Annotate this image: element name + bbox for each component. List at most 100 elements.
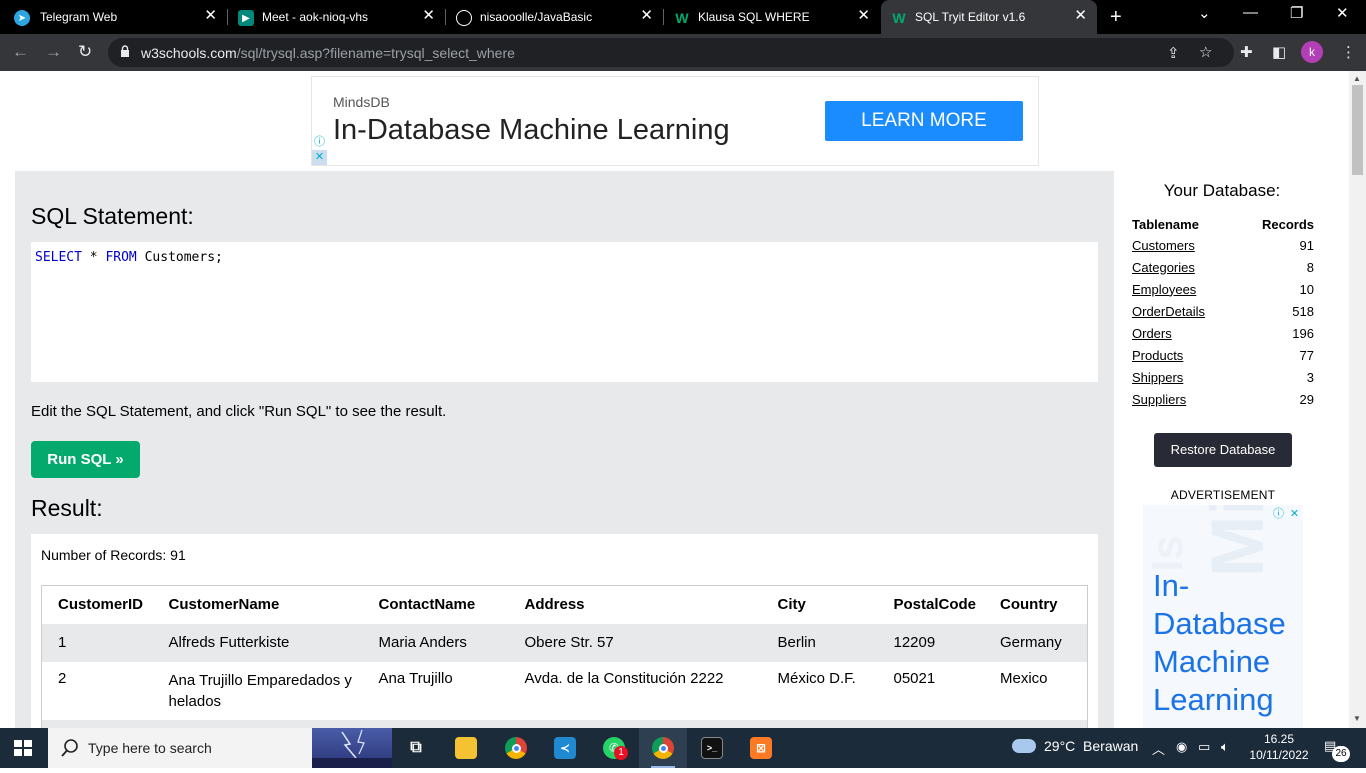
table-cell: Obere Str. 57	[524, 633, 614, 651]
column-header: City	[777, 596, 806, 614]
table-cell: Avda. de la Constitución 2222	[524, 669, 724, 687]
weather-widget[interactable]: 29°C Berawan	[1012, 738, 1138, 754]
table-row: Orders 196	[1132, 322, 1314, 344]
side-panel-icon[interactable]: ◧	[1272, 43, 1286, 61]
table-cell: 05021	[893, 669, 936, 687]
ad-info-icon[interactable]: ⓘ	[312, 135, 327, 150]
close-window-icon[interactable]: ✕	[1336, 4, 1349, 22]
tab-meet[interactable]: ▶ Meet - aok-nioq-vhs ✕	[228, 0, 445, 34]
chrome-profile-button[interactable]	[639, 728, 687, 768]
close-icon[interactable]: ✕	[640, 8, 653, 24]
volume-icon[interactable]: 🔈︎	[1221, 739, 1229, 755]
reload-icon[interactable]: ↻	[78, 42, 92, 62]
db-table-link[interactable]: Customers	[1132, 234, 1238, 256]
chrome-icon	[505, 737, 527, 759]
folder-icon	[455, 737, 477, 759]
address-bar[interactable]: w3schools.com/sql/trysql.asp?filename=tr…	[108, 38, 1234, 67]
db-table-link[interactable]: Products	[1132, 344, 1238, 366]
db-table-link[interactable]: Suppliers	[1132, 388, 1238, 410]
profile-avatar[interactable]: k	[1301, 41, 1323, 63]
network-icon[interactable]: ▭	[1198, 739, 1210, 755]
record-count-cell: 8	[1306, 259, 1314, 275]
back-icon[interactable]: ←	[12, 42, 29, 62]
table-row: Categories 8	[1132, 256, 1314, 278]
sql-code-editor[interactable]: SELECT * FROM Customers;	[31, 242, 1098, 382]
ad-cta-button[interactable]: LEARN MORE	[825, 101, 1023, 141]
db-table-link[interactable]: OrderDetails	[1132, 300, 1238, 322]
task-view-button[interactable]: ⧉	[392, 728, 440, 768]
share-icon[interactable]: ⇪	[1167, 44, 1180, 62]
tab-telegram[interactable]: ➤ Telegram Web ✕	[0, 0, 227, 34]
terminal-button[interactable]: >_	[688, 728, 736, 768]
run-sql-button[interactable]: Run SQL »	[31, 441, 140, 478]
notification-center[interactable]: ▤ 26	[1324, 738, 1350, 762]
scroll-down-icon[interactable]: ▼	[1353, 714, 1361, 723]
scroll-thumb[interactable]	[1352, 85, 1363, 175]
chrome-button[interactable]	[492, 728, 540, 768]
record-count-cell: 77	[1299, 347, 1314, 363]
page-scrollbar[interactable]: ▲ ▼	[1349, 71, 1366, 728]
table-row: Employees 10	[1132, 278, 1314, 300]
system-clock[interactable]: 16.25 10/11/2022	[1247, 731, 1311, 763]
tray-chevron-icon[interactable]: ︿	[1152, 739, 1165, 758]
bookmark-star-icon[interactable]: ☆	[1199, 43, 1212, 61]
windows-start-icon[interactable]	[14, 740, 32, 756]
clock-date: 10/11/2022	[1249, 748, 1309, 762]
xampp-button[interactable]: ⊠	[737, 728, 785, 768]
top-ad-banner[interactable]: MindsDB In-Database Machine Learning LEA…	[311, 76, 1039, 166]
tab-title: nisaooolle/JavaBasic	[480, 10, 593, 24]
db-table-link[interactable]: Employees	[1132, 278, 1238, 300]
meet-now-icon[interactable]: ◉	[1176, 739, 1187, 755]
tab-search-icon[interactable]: ⌄	[1198, 4, 1211, 22]
vscode-button[interactable]: ≺	[541, 728, 589, 768]
ad-info-icon[interactable]: ⓘ	[1271, 507, 1286, 522]
new-tab-icon[interactable]: +	[1110, 6, 1122, 29]
ad-headline: In-Database Machine Learning	[333, 114, 730, 146]
tab-klausa-sql[interactable]: W Klausa SQL WHERE ✕	[664, 0, 880, 34]
advertisement-label: ADVERTISEMENT	[1170, 488, 1276, 502]
whatsapp-button[interactable]: ✆ 1	[590, 728, 638, 768]
table-header-row: CustomerID CustomerName ContactName Addr…	[42, 586, 1088, 624]
column-header: CustomerName	[168, 596, 280, 614]
close-icon[interactable]: ✕	[422, 8, 435, 24]
browser-toolbar: ← → ↻ w3schools.com/sql/trysql.asp?filen…	[0, 34, 1366, 71]
menu-dots-icon[interactable]: ⋮	[1341, 43, 1356, 61]
url-path: /sql/trysql.asp?filename=trysql_select_w…	[236, 45, 515, 61]
record-count-cell: 29	[1299, 391, 1314, 407]
file-explorer-button[interactable]	[442, 728, 490, 768]
table-row: Suppliers 29	[1132, 388, 1314, 410]
tab-github[interactable]: nisaooolle/JavaBasic ✕	[446, 0, 663, 34]
instruction-text: Edit the SQL Statement, and click "Run S…	[31, 403, 447, 420]
github-icon	[456, 10, 472, 26]
w3schools-icon: W	[892, 10, 906, 26]
scroll-up-icon[interactable]: ▲	[1353, 74, 1361, 83]
table-cell: Ana Trujillo Emparedados y helados	[168, 671, 352, 710]
db-table-link[interactable]: Shippers	[1132, 366, 1238, 388]
forward-icon[interactable]: →	[45, 42, 62, 62]
ad-close-icon[interactable]: ✕	[1287, 507, 1302, 522]
taskbar-search[interactable]: Type here to search	[48, 728, 392, 768]
column-header: Tablename	[1132, 216, 1199, 232]
sql-keyword: SELECT	[35, 250, 82, 265]
search-icon	[61, 739, 78, 757]
minimize-icon[interactable]: —	[1243, 4, 1258, 21]
table-cell: 12209	[893, 633, 936, 651]
close-icon[interactable]: ✕	[1074, 8, 1087, 24]
db-table-link[interactable]: Orders	[1132, 322, 1238, 344]
db-table-link[interactable]: Categories	[1132, 256, 1238, 278]
extensions-icon[interactable]: ✚	[1240, 43, 1253, 61]
tab-title: Telegram Web	[40, 10, 118, 24]
restore-window-icon[interactable]: ❐	[1290, 4, 1303, 22]
database-table-list: Tablename Records Customers 91 Categories…	[1132, 214, 1314, 410]
tab-sql-tryit[interactable]: W SQL Tryit Editor v1.6 ✕	[881, 0, 1097, 34]
tab-strip: ➤ Telegram Web ✕ ▶ Meet - aok-nioq-vhs ✕…	[0, 0, 1366, 34]
restore-database-button[interactable]: Restore Database	[1154, 433, 1292, 467]
column-header: ContactName	[378, 596, 476, 614]
ad-close-icon[interactable]: ✕	[312, 150, 327, 165]
side-ad[interactable]: Mi Is In-Database Machine Learning ⓘ ✕	[1143, 505, 1303, 728]
result-box: Number of Records: 91 CustomerID Custome…	[31, 534, 1098, 728]
sql-keyword: FROM	[105, 250, 137, 265]
close-icon[interactable]: ✕	[204, 8, 217, 24]
record-count-cell: 91	[1299, 237, 1314, 253]
close-icon[interactable]: ✕	[857, 8, 870, 24]
